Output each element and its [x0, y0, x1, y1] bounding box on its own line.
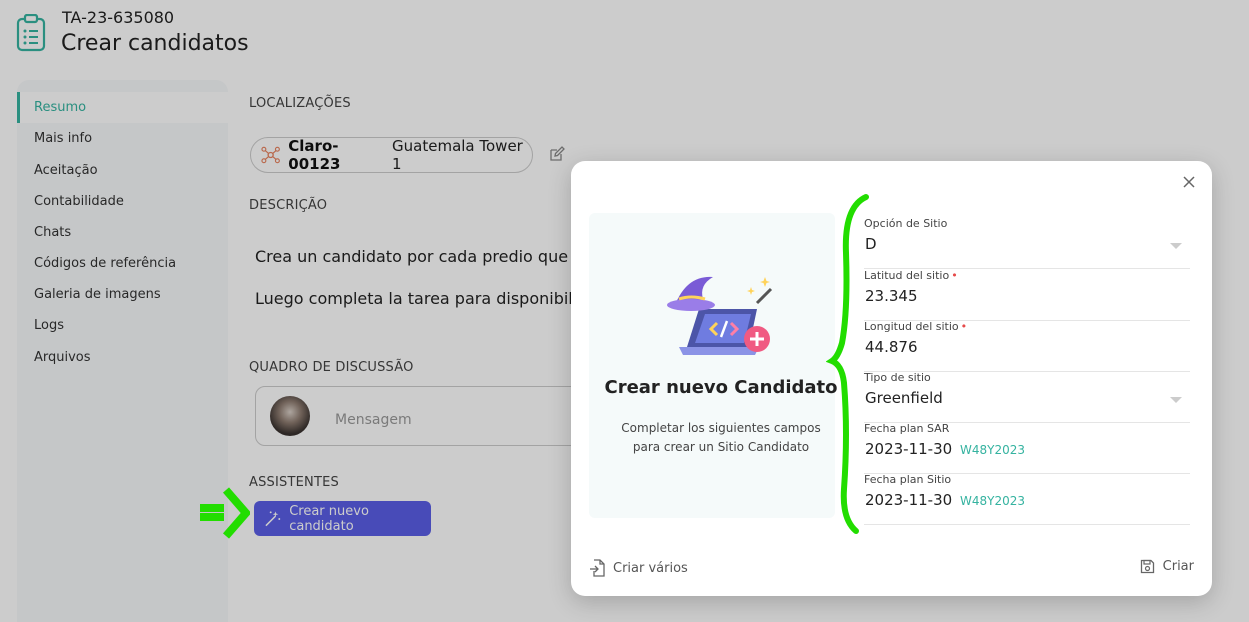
- required-mark: •: [951, 269, 958, 282]
- create-candidate-modal: Crear nuevo Candidato Completar los sigu…: [571, 161, 1212, 596]
- create-many-button[interactable]: Criar vários: [589, 559, 688, 577]
- site-type-value: Greenfield: [865, 389, 943, 407]
- modal-info-panel: Crear nuevo Candidato Completar los sigu…: [589, 213, 838, 518]
- create-label: Criar: [1162, 559, 1194, 574]
- file-import-icon: [590, 559, 605, 577]
- save-icon: [1140, 559, 1154, 574]
- site-type-select[interactable]: Tipo de sitio Greenfield: [864, 371, 1190, 423]
- sar-plan-date-label: Fecha plan SAR: [864, 422, 950, 435]
- site-plan-date-field[interactable]: Fecha plan Sitio 2023-11-30 W48Y2023: [864, 473, 1190, 525]
- longitude-label: Longitud del sitio •: [864, 320, 968, 333]
- green-brace-annotation: [826, 194, 869, 534]
- create-many-label: Criar vários: [613, 560, 688, 576]
- site-option-select[interactable]: Opción de Sitio D: [864, 217, 1190, 269]
- wizard-laptop-illustration: [667, 276, 773, 355]
- green-arrow-annotation: [200, 487, 250, 539]
- site-option-label: Opción de Sitio: [864, 217, 948, 230]
- modal-subtitle: Completar los siguientes campos para cre…: [621, 421, 821, 454]
- latitude-label: Latitud del sitio •: [864, 269, 958, 282]
- required-mark: •: [960, 320, 968, 333]
- create-button[interactable]: Criar: [1140, 559, 1194, 574]
- chevron-down-icon: [1170, 397, 1182, 403]
- chevron-down-icon: [1170, 243, 1182, 249]
- latitude-field[interactable]: Latitud del sitio • 23.345: [864, 269, 1190, 321]
- modal-heading: Crear nuevo Candidato: [604, 377, 838, 398]
- close-icon[interactable]: [1182, 175, 1196, 189]
- longitude-field[interactable]: Longitud del sitio • 44.876: [864, 320, 1190, 372]
- site-plan-date-label: Fecha plan Sitio: [864, 473, 952, 486]
- sar-plan-date-field[interactable]: Fecha plan SAR 2023-11-30 W48Y2023: [864, 422, 1190, 474]
- sar-plan-date-value: 2023-11-30: [865, 440, 953, 458]
- site-plan-date-value: 2023-11-30: [865, 491, 953, 509]
- sar-plan-week: W48Y2023: [960, 443, 1026, 457]
- site-plan-week: W48Y2023: [960, 494, 1026, 508]
